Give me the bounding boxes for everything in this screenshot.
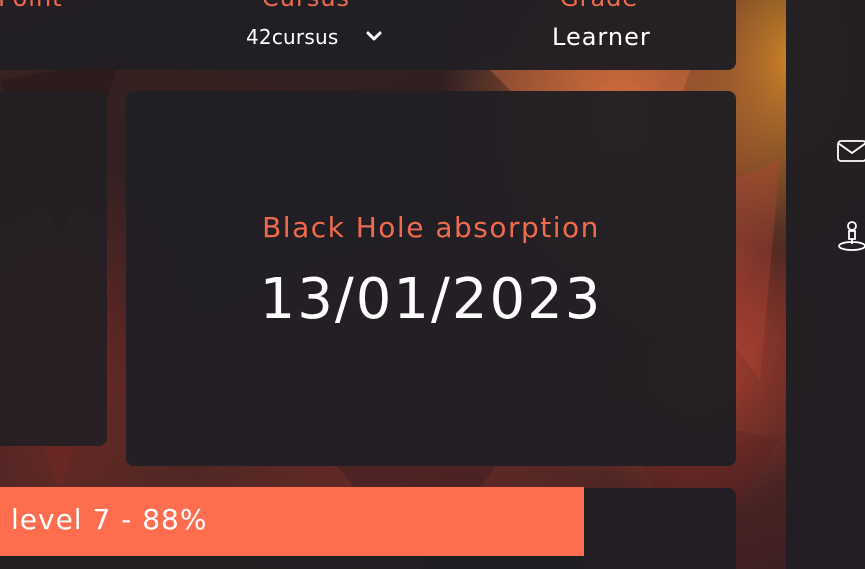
blackhole-date: 13/01/2023 (259, 267, 603, 332)
cursus-value: 42cursus (246, 25, 339, 49)
bottom-left-strip (0, 556, 590, 569)
point-label: Point (0, 0, 63, 12)
blackhole-panel: Black Hole absorption 13/01/2023 (126, 91, 736, 466)
chevron-down-icon[interactable] (364, 27, 384, 47)
location-pin-icon[interactable] (836, 220, 865, 252)
cursus-label: Cursus (262, 0, 350, 12)
mail-icon[interactable] (836, 135, 865, 167)
grade-label: Grade (560, 0, 638, 12)
grade-value: Learner (552, 23, 651, 51)
level-progress-bar: level 7 - 88% (0, 487, 584, 556)
blackhole-title: Black Hole absorption (262, 211, 600, 244)
right-sidebar (786, 0, 865, 569)
cursus-select[interactable]: 42cursus (246, 25, 384, 49)
level-text: level 7 - 88% (11, 503, 208, 536)
left-info-panel (0, 91, 107, 446)
